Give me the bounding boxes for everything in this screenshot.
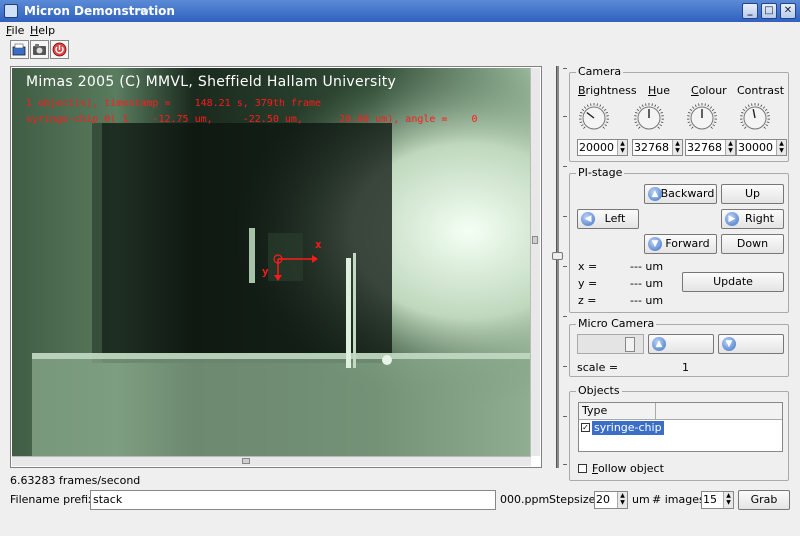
scale-value: 1 bbox=[682, 361, 689, 374]
z-value: --- um bbox=[630, 294, 664, 307]
micro-camera-legend: Micro Camera bbox=[576, 317, 657, 330]
pi-stage-group: PI-stage ▲ Backward Up ◀ Left ▶ Right ▼ Forw… bbox=[569, 166, 789, 313]
camera-button[interactable] bbox=[30, 40, 49, 59]
contrast-spinbox[interactable]: 30000 ▲ ▼ bbox=[736, 139, 787, 156]
focus-slider-handle[interactable] bbox=[552, 252, 563, 260]
maximize-button[interactable]: □ bbox=[761, 3, 777, 19]
micro-zoom-in-button[interactable]: ▲ bbox=[648, 334, 714, 354]
colour-spinbox[interactable]: 32768 ▲ ▼ bbox=[685, 139, 736, 156]
menu-file[interactable]: File bbox=[6, 24, 24, 37]
power-icon bbox=[52, 42, 67, 57]
close-button[interactable]: ✕ bbox=[780, 3, 796, 19]
up-button[interactable]: Up bbox=[721, 184, 784, 204]
colour-dial[interactable] bbox=[685, 101, 719, 135]
window-title: Micron Demonstration bbox=[24, 4, 175, 18]
y-value: --- um bbox=[630, 277, 664, 290]
swirl-icon: ↝ bbox=[138, 3, 149, 17]
brightness-spinbox[interactable]: 20000 ▲ ▼ bbox=[577, 139, 628, 156]
objects-group: Objects Type ✓ syringe-chip Follow objec… bbox=[569, 384, 789, 481]
toolbar bbox=[0, 40, 800, 60]
stepsize-units: um bbox=[632, 493, 650, 506]
forward-button[interactable]: ▼ Forward bbox=[644, 234, 717, 254]
type-column-header[interactable]: Type bbox=[579, 403, 656, 420]
contrast-label: Contrast bbox=[737, 84, 785, 97]
hue-label: Hue bbox=[648, 84, 671, 97]
z-label: z = bbox=[578, 294, 597, 307]
x-value: --- um bbox=[630, 260, 664, 273]
stepsize-label: Stepsize bbox=[549, 493, 596, 506]
status-frames: 6.63283 frames/second bbox=[10, 474, 141, 487]
arrow-down-icon: ▼ bbox=[648, 237, 662, 251]
right-button[interactable]: ▶ Right bbox=[721, 209, 784, 229]
brightness-label: Brightness bbox=[578, 84, 637, 97]
left-button[interactable]: ◀ Left bbox=[577, 209, 639, 229]
brightness-dial[interactable] bbox=[577, 101, 611, 135]
camera-legend: Camera bbox=[576, 65, 624, 78]
arrow-up-icon: ▲ bbox=[652, 337, 666, 351]
camera-icon bbox=[33, 44, 46, 55]
app-icon[interactable] bbox=[4, 4, 18, 18]
open-icon bbox=[12, 43, 26, 56]
video-info-line1: 1 object(s), timestamp = 148.21 s, 379th… bbox=[26, 98, 322, 109]
focus-slider[interactable] bbox=[552, 66, 567, 468]
arrow-up-icon: ▲ bbox=[648, 187, 662, 201]
update-button[interactable]: Update bbox=[682, 272, 784, 292]
menu-bar: File Help bbox=[0, 22, 800, 40]
filename-label: Filename prefix bbox=[10, 493, 95, 506]
video-vertical-scrollbar[interactable] bbox=[530, 68, 540, 456]
y-label: y = bbox=[578, 277, 598, 290]
camera-group: Camera Brightness Hue Colour Contrast 20… bbox=[569, 65, 789, 162]
pi-stage-legend: PI-stage bbox=[576, 166, 625, 179]
micro-camera-slider[interactable] bbox=[577, 334, 644, 354]
backward-button[interactable]: ▲ Backward bbox=[644, 184, 717, 204]
x-axis-label: x bbox=[315, 238, 322, 251]
micro-camera-group: Micro Camera ▲ ▼ scale = 1 bbox=[569, 317, 789, 377]
video-horizontal-scrollbar[interactable] bbox=[12, 456, 531, 466]
micro-zoom-out-button[interactable]: ▼ bbox=[718, 334, 784, 354]
follow-object-checkbox[interactable] bbox=[578, 464, 587, 473]
object-row-name[interactable]: syringe-chip bbox=[592, 421, 664, 435]
camera-image: Mimas 2005 (C) MMVL, Sheffield Hallam Un… bbox=[12, 68, 531, 456]
down-button[interactable]: Down bbox=[721, 234, 784, 254]
stepsize-spinbox[interactable]: 20 ▲ ▼ bbox=[594, 491, 628, 509]
minimize-button[interactable]: _ bbox=[742, 3, 758, 19]
power-button[interactable] bbox=[50, 40, 69, 59]
menu-help[interactable]: Help bbox=[30, 24, 55, 37]
scale-label: scale = bbox=[577, 361, 619, 374]
hue-dial[interactable] bbox=[632, 101, 666, 135]
filename-input[interactable]: stack bbox=[90, 490, 496, 510]
arrow-right-icon: ▶ bbox=[725, 212, 739, 226]
arrow-down-icon: ▼ bbox=[722, 337, 736, 351]
objects-legend: Objects bbox=[576, 384, 622, 397]
colour-label: Colour bbox=[691, 84, 727, 97]
objects-list[interactable]: Type ✓ syringe-chip bbox=[578, 402, 783, 452]
filename-suffix: 000.ppm bbox=[500, 493, 550, 506]
object-row-checkbox[interactable]: ✓ bbox=[581, 423, 590, 432]
title-bar[interactable]: Micron Demonstration ↝ _ □ ✕ bbox=[0, 0, 800, 22]
open-button[interactable] bbox=[10, 40, 29, 59]
video-view[interactable]: Mimas 2005 (C) MMVL, Sheffield Hallam Un… bbox=[10, 66, 542, 468]
video-info-line2: syringe-chip 0( 1 -12.75 um, -22.50 um, … bbox=[26, 114, 478, 125]
x-label: x = bbox=[578, 260, 598, 273]
hue-spinbox[interactable]: 32768 ▲ ▼ bbox=[632, 139, 683, 156]
follow-object-label: Follow object bbox=[592, 462, 664, 475]
video-header: Mimas 2005 (C) MMVL, Sheffield Hallam Un… bbox=[26, 74, 397, 90]
images-spinbox[interactable]: 15 ▲ ▼ bbox=[701, 491, 734, 509]
y-axis-label: y bbox=[262, 265, 269, 278]
arrow-left-icon: ◀ bbox=[581, 212, 595, 226]
images-label: # images bbox=[652, 493, 705, 506]
grab-button[interactable]: Grab bbox=[738, 490, 790, 510]
contrast-dial[interactable] bbox=[738, 101, 772, 135]
